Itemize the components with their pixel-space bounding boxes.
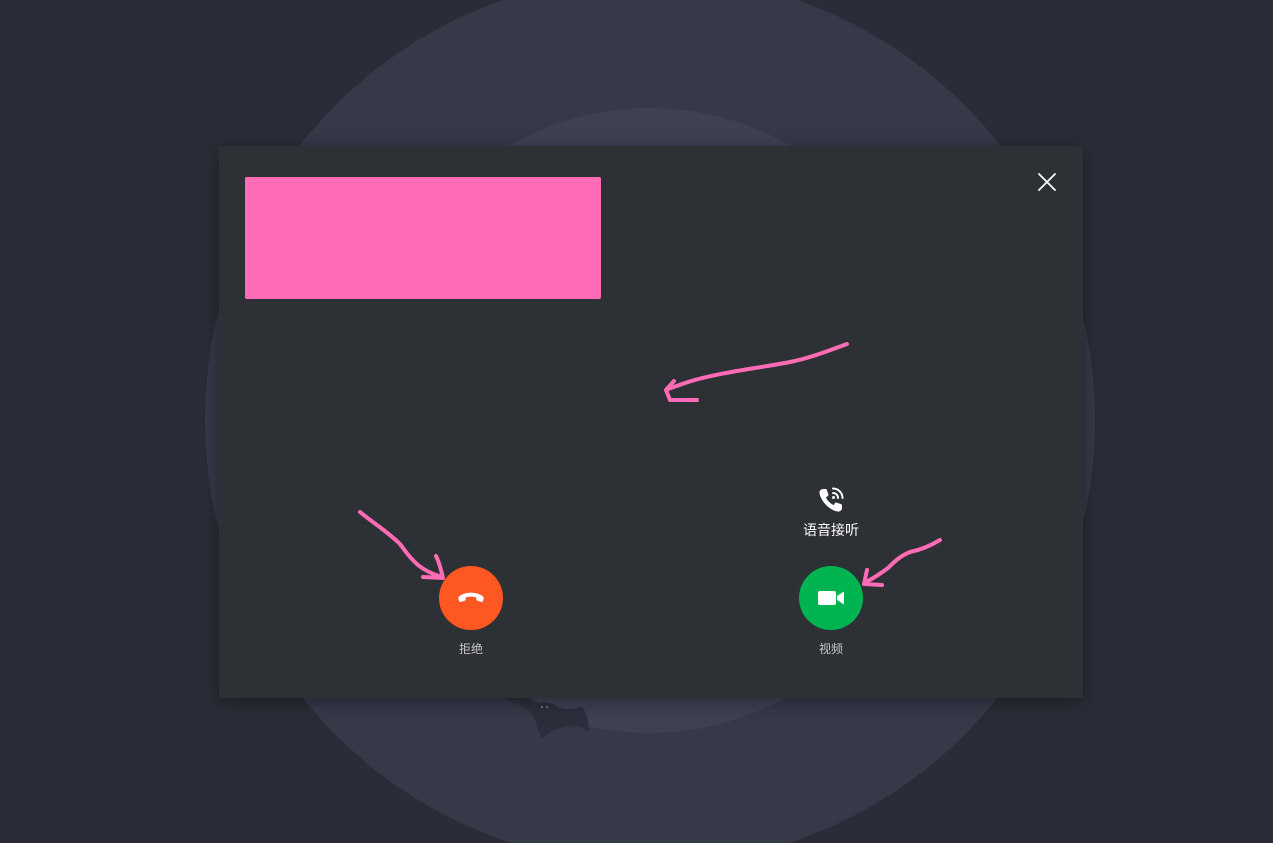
- reject-button[interactable]: [439, 566, 503, 630]
- redacted-caller-info: [245, 177, 601, 299]
- video-button[interactable]: [799, 566, 863, 630]
- phone-ringing-icon: [819, 487, 844, 512]
- close-icon: [1038, 173, 1056, 191]
- voice-answer-label: 语音接听: [803, 523, 859, 539]
- hang-up-icon: [458, 592, 484, 602]
- call-dialog: 语音接听 拒绝 视频: [219, 146, 1083, 698]
- reject-label: 拒绝: [458, 642, 483, 656]
- video-camera-icon: [818, 591, 844, 605]
- incoming-call-screen: 语音接听 拒绝 视频: [0, 0, 1273, 843]
- video-label: 视频: [818, 642, 843, 656]
- voice-answer-button[interactable]: 语音接听: [791, 484, 871, 540]
- close-button[interactable]: [1033, 168, 1061, 196]
